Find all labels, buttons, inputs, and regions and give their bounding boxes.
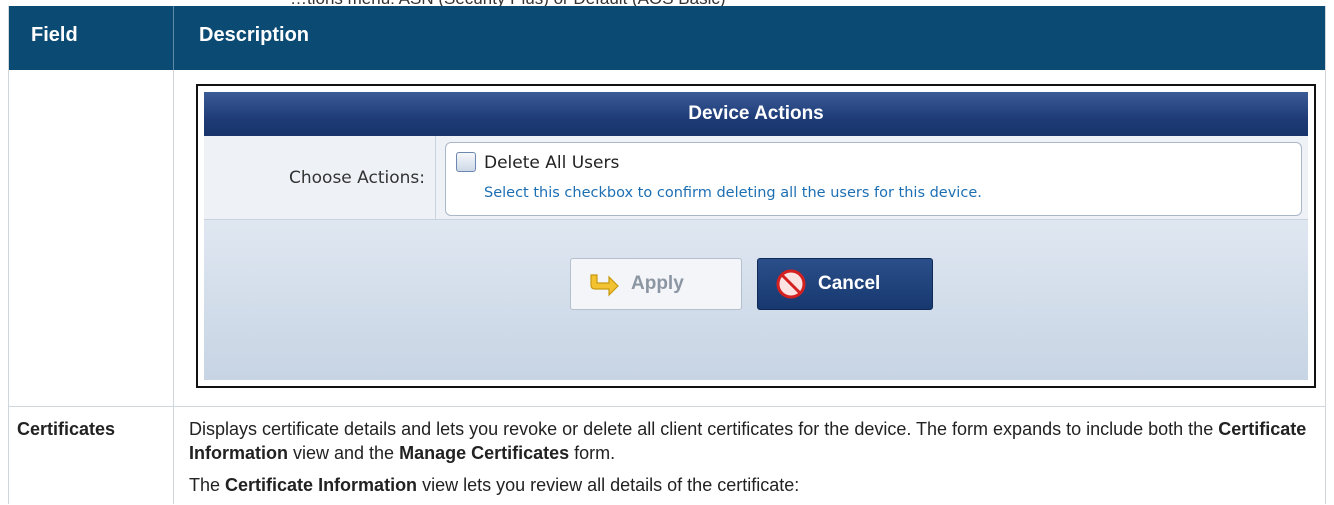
delete-all-users-label: Delete All Users [484, 153, 620, 173]
cancel-button[interactable]: Cancel [757, 258, 933, 310]
header-field: Field [31, 24, 78, 46]
table-header: Field Description [9, 6, 1325, 70]
arrow-right-icon [590, 274, 619, 297]
option-box: Delete All Users Select this checkbox to… [445, 142, 1302, 216]
dialog-footer: Apply Cancel [204, 220, 1308, 380]
table-row: Certificates Displays certificate detail… [9, 406, 1325, 504]
text-span: view lets you review all details of the … [417, 475, 800, 495]
cancel-button-label: Cancel [818, 273, 881, 294]
text-span: form. [569, 443, 616, 463]
field-name: Certificates [17, 419, 116, 439]
bold-term: Manage Certificates [399, 443, 570, 463]
choose-actions-label: Choose Actions: [289, 168, 425, 188]
header-description: Description [199, 24, 310, 46]
apply-button-label: Apply [631, 273, 684, 294]
delete-all-users-help: Select this checkbox to confirm deleting… [484, 185, 982, 201]
choose-actions-cell: Choose Actions: [204, 136, 436, 219]
dialog-body: Choose Actions: Delete All Users Select … [204, 136, 1308, 220]
text-span: Displays certificate details and lets yo… [189, 419, 1219, 439]
no-entry-icon [776, 269, 806, 299]
bold-term: Certificate Information [225, 475, 418, 495]
description-paragraph: Displays certificate details and lets yo… [189, 417, 1309, 465]
header-divider [173, 6, 174, 70]
field-description-table: Field Description Device Actions Choose … [8, 6, 1326, 504]
delete-all-users-checkbox[interactable] [456, 152, 476, 172]
description-paragraph: The Certificate Information view lets yo… [189, 473, 1309, 497]
text-span: view and the [288, 443, 400, 463]
field-description: Displays certificate details and lets yo… [189, 417, 1309, 505]
dialog-title: Device Actions [204, 92, 1308, 136]
apply-button[interactable]: Apply [570, 258, 742, 310]
table-row: Device Actions Choose Actions: Delete Al… [9, 70, 1325, 407]
text-span: The [189, 475, 226, 495]
device-actions-screenshot: Device Actions Choose Actions: Delete Al… [196, 84, 1316, 388]
